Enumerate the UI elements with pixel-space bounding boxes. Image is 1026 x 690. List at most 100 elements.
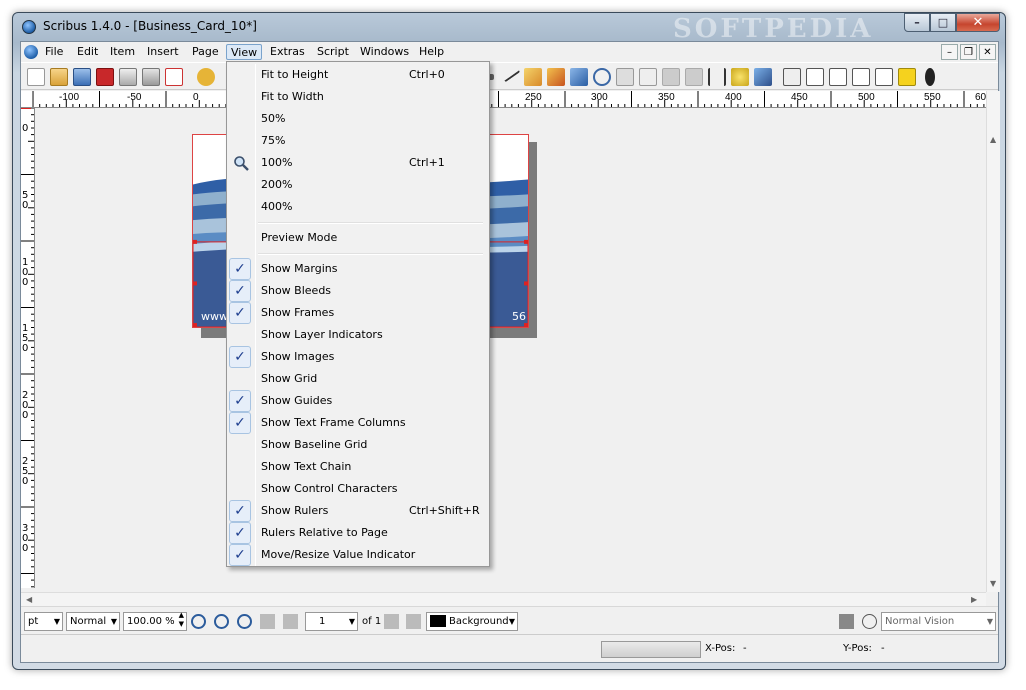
menu-item-show-bleeds[interactable]: ✓ Show Bleeds	[229, 280, 487, 302]
scroll-right-icon[interactable]: ▶	[971, 595, 977, 604]
window-minimize-button[interactable]: –	[904, 13, 930, 32]
unit-select[interactable]: pt ▼	[24, 612, 63, 631]
export-pdf-icon[interactable]	[165, 68, 183, 86]
horizontal-scrollbar[interactable]: ◀ ▶	[21, 592, 986, 606]
freehand-tool-icon[interactable]	[547, 68, 565, 86]
vision-select[interactable]: Normal Vision ▼	[881, 612, 996, 631]
menu-item-show-guides[interactable]: ✓ Show Guides	[229, 390, 487, 412]
zoom-tool-icon[interactable]	[593, 68, 611, 86]
menu-windows[interactable]: Windows	[356, 44, 413, 60]
horizontal-ruler[interactable]: -100 -50 0 250 300 350 400 450 500 550 6…	[33, 91, 986, 108]
rotate-tool-icon[interactable]	[570, 68, 588, 86]
last-page-icon[interactable]	[406, 614, 421, 629]
menu-item-zoom-400[interactable]: 400%	[229, 196, 487, 218]
layer-select[interactable]: Background ▼	[426, 612, 518, 631]
unlink-frames-icon[interactable]	[685, 68, 703, 86]
zoom-out-icon[interactable]	[191, 614, 206, 629]
preflight-icon[interactable]	[142, 68, 160, 86]
menu-item-show-frames[interactable]: ✓ Show Frames	[229, 302, 487, 324]
menu-item-zoom-200[interactable]: 200%	[229, 174, 487, 196]
menu-item-show-grid[interactable]: Show Grid	[229, 368, 487, 390]
checkmark-icon: ✓	[229, 412, 251, 434]
menu-view[interactable]: View	[226, 44, 263, 60]
menu-item-fit-to-width[interactable]: Fit to Width	[229, 86, 487, 108]
menu-edit[interactable]: Edit	[73, 44, 102, 60]
scribus-app-icon[interactable]	[22, 20, 36, 34]
line-tool-icon[interactable]	[499, 63, 521, 83]
menu-script[interactable]: Script	[313, 44, 353, 60]
menu-item-zoom-50[interactable]: 50%	[229, 108, 487, 130]
link-frames-icon[interactable]	[662, 68, 680, 86]
close-document-icon[interactable]	[96, 68, 114, 86]
eyedropper-icon[interactable]	[754, 68, 772, 86]
menu-item-show-text-chain[interactable]: Show Text Chain	[229, 456, 487, 478]
menu-item-show-margins[interactable]: ✓ Show Margins	[229, 258, 487, 280]
doc-restore-button[interactable]: ❐	[960, 44, 977, 60]
doc-close-button[interactable]: ✕	[979, 44, 996, 60]
eye-icon[interactable]	[862, 614, 877, 629]
menu-item-preview-mode[interactable]: Preview Mode	[229, 227, 487, 249]
measure-tool-icon[interactable]	[708, 68, 726, 86]
scroll-down-icon[interactable]: ▼	[990, 579, 996, 588]
window-maximize-button[interactable]: □	[930, 13, 956, 32]
open-folder-icon[interactable]	[50, 68, 68, 86]
layer-color-swatch	[430, 615, 446, 627]
vertical-ruler[interactable]: 0 5 0 1 0 0 1 5 0 2 0 0 2 5 0 3 0 0	[21, 108, 35, 588]
first-page-icon[interactable]	[260, 614, 275, 629]
pdf-combobox-icon[interactable]	[852, 68, 870, 86]
zoom-spinner-icon[interactable]: ▲ ▼	[179, 611, 184, 629]
window-close-button[interactable]: ✕	[956, 13, 1000, 32]
scroll-left-icon[interactable]: ◀	[26, 595, 32, 604]
new-document-icon[interactable]	[27, 68, 45, 86]
pdf-listbox-icon[interactable]	[875, 68, 893, 86]
doc-minimize-button[interactable]: –	[941, 44, 958, 60]
ruler-corner[interactable]	[21, 91, 33, 108]
zoom-value: 100.00 %	[127, 616, 175, 627]
title-bar[interactable]: Scribus 1.4.0 - [Business_Card_10*] SOFT…	[13, 13, 1005, 44]
menu-extras[interactable]: Extras	[266, 44, 309, 60]
menu-item-rulers-relative-to-page[interactable]: ✓ Rulers Relative to Page	[229, 522, 487, 544]
pdf-checkbox-icon[interactable]	[829, 68, 847, 86]
pdf-link-icon[interactable]	[925, 68, 935, 86]
preview-quality-select[interactable]: Normal ▼	[66, 612, 120, 631]
ruler-label: -100	[59, 92, 79, 103]
menu-separator	[258, 253, 483, 255]
chevron-down-icon: ▼	[508, 617, 515, 626]
edit-story-icon[interactable]	[639, 68, 657, 86]
menu-item-show-control-characters[interactable]: Show Control Characters	[229, 478, 487, 500]
document-canvas[interactable]: www.sof 56	[36, 108, 986, 592]
copy-properties-icon[interactable]	[731, 68, 749, 86]
menu-item-show-rulers[interactable]: ✓ Show Rulers Ctrl+Shift+R	[229, 500, 487, 522]
menu-item-show-images[interactable]: ✓ Show Images	[229, 346, 487, 368]
edit-text-icon[interactable]	[616, 68, 634, 86]
next-page-icon[interactable]	[384, 614, 399, 629]
previous-page-icon[interactable]	[283, 614, 298, 629]
pdf-annotation-icon[interactable]	[898, 68, 916, 86]
zoom-100-icon[interactable]	[214, 614, 229, 629]
scroll-up-icon[interactable]: ▲	[990, 135, 996, 144]
menu-help[interactable]: Help	[415, 44, 448, 60]
undo-icon[interactable]	[197, 68, 215, 86]
save-icon[interactable]	[73, 68, 91, 86]
zoom-in-icon[interactable]	[237, 614, 252, 629]
menu-item-show-text-frame-columns[interactable]: ✓ Show Text Frame Columns	[229, 412, 487, 434]
menu-item-zoom-100[interactable]: 100% Ctrl+1	[229, 152, 487, 174]
menu-item-fit-to-height[interactable]: Fit to Height Ctrl+0	[229, 64, 487, 86]
menu-file[interactable]: File	[41, 44, 67, 60]
menu-item-zoom-75[interactable]: 75%	[229, 130, 487, 152]
menu-item[interactable]: Item	[106, 44, 139, 60]
pdf-button-icon[interactable]	[783, 68, 801, 86]
menu-page[interactable]: Page	[188, 44, 223, 60]
menu-item-move-resize-value-indicator[interactable]: ✓ Move/Resize Value Indicator	[229, 544, 487, 566]
menu-item-show-layer-indicators[interactable]: Show Layer Indicators	[229, 324, 487, 346]
zoom-input[interactable]: 100.00 % ▲ ▼	[123, 611, 187, 631]
pdf-textfield-icon[interactable]	[806, 68, 824, 86]
bezier-tool-icon[interactable]	[524, 68, 542, 86]
page-number-select[interactable]: 1 ▼	[305, 612, 358, 631]
color-mode-icon[interactable]	[839, 614, 854, 629]
vertical-scrollbar[interactable]: ▲ ▼	[986, 91, 1000, 592]
menu-item-show-baseline-grid[interactable]: Show Baseline Grid	[229, 434, 487, 456]
document-icon[interactable]	[24, 45, 38, 59]
print-icon[interactable]	[119, 68, 137, 86]
menu-insert[interactable]: Insert	[143, 44, 183, 60]
